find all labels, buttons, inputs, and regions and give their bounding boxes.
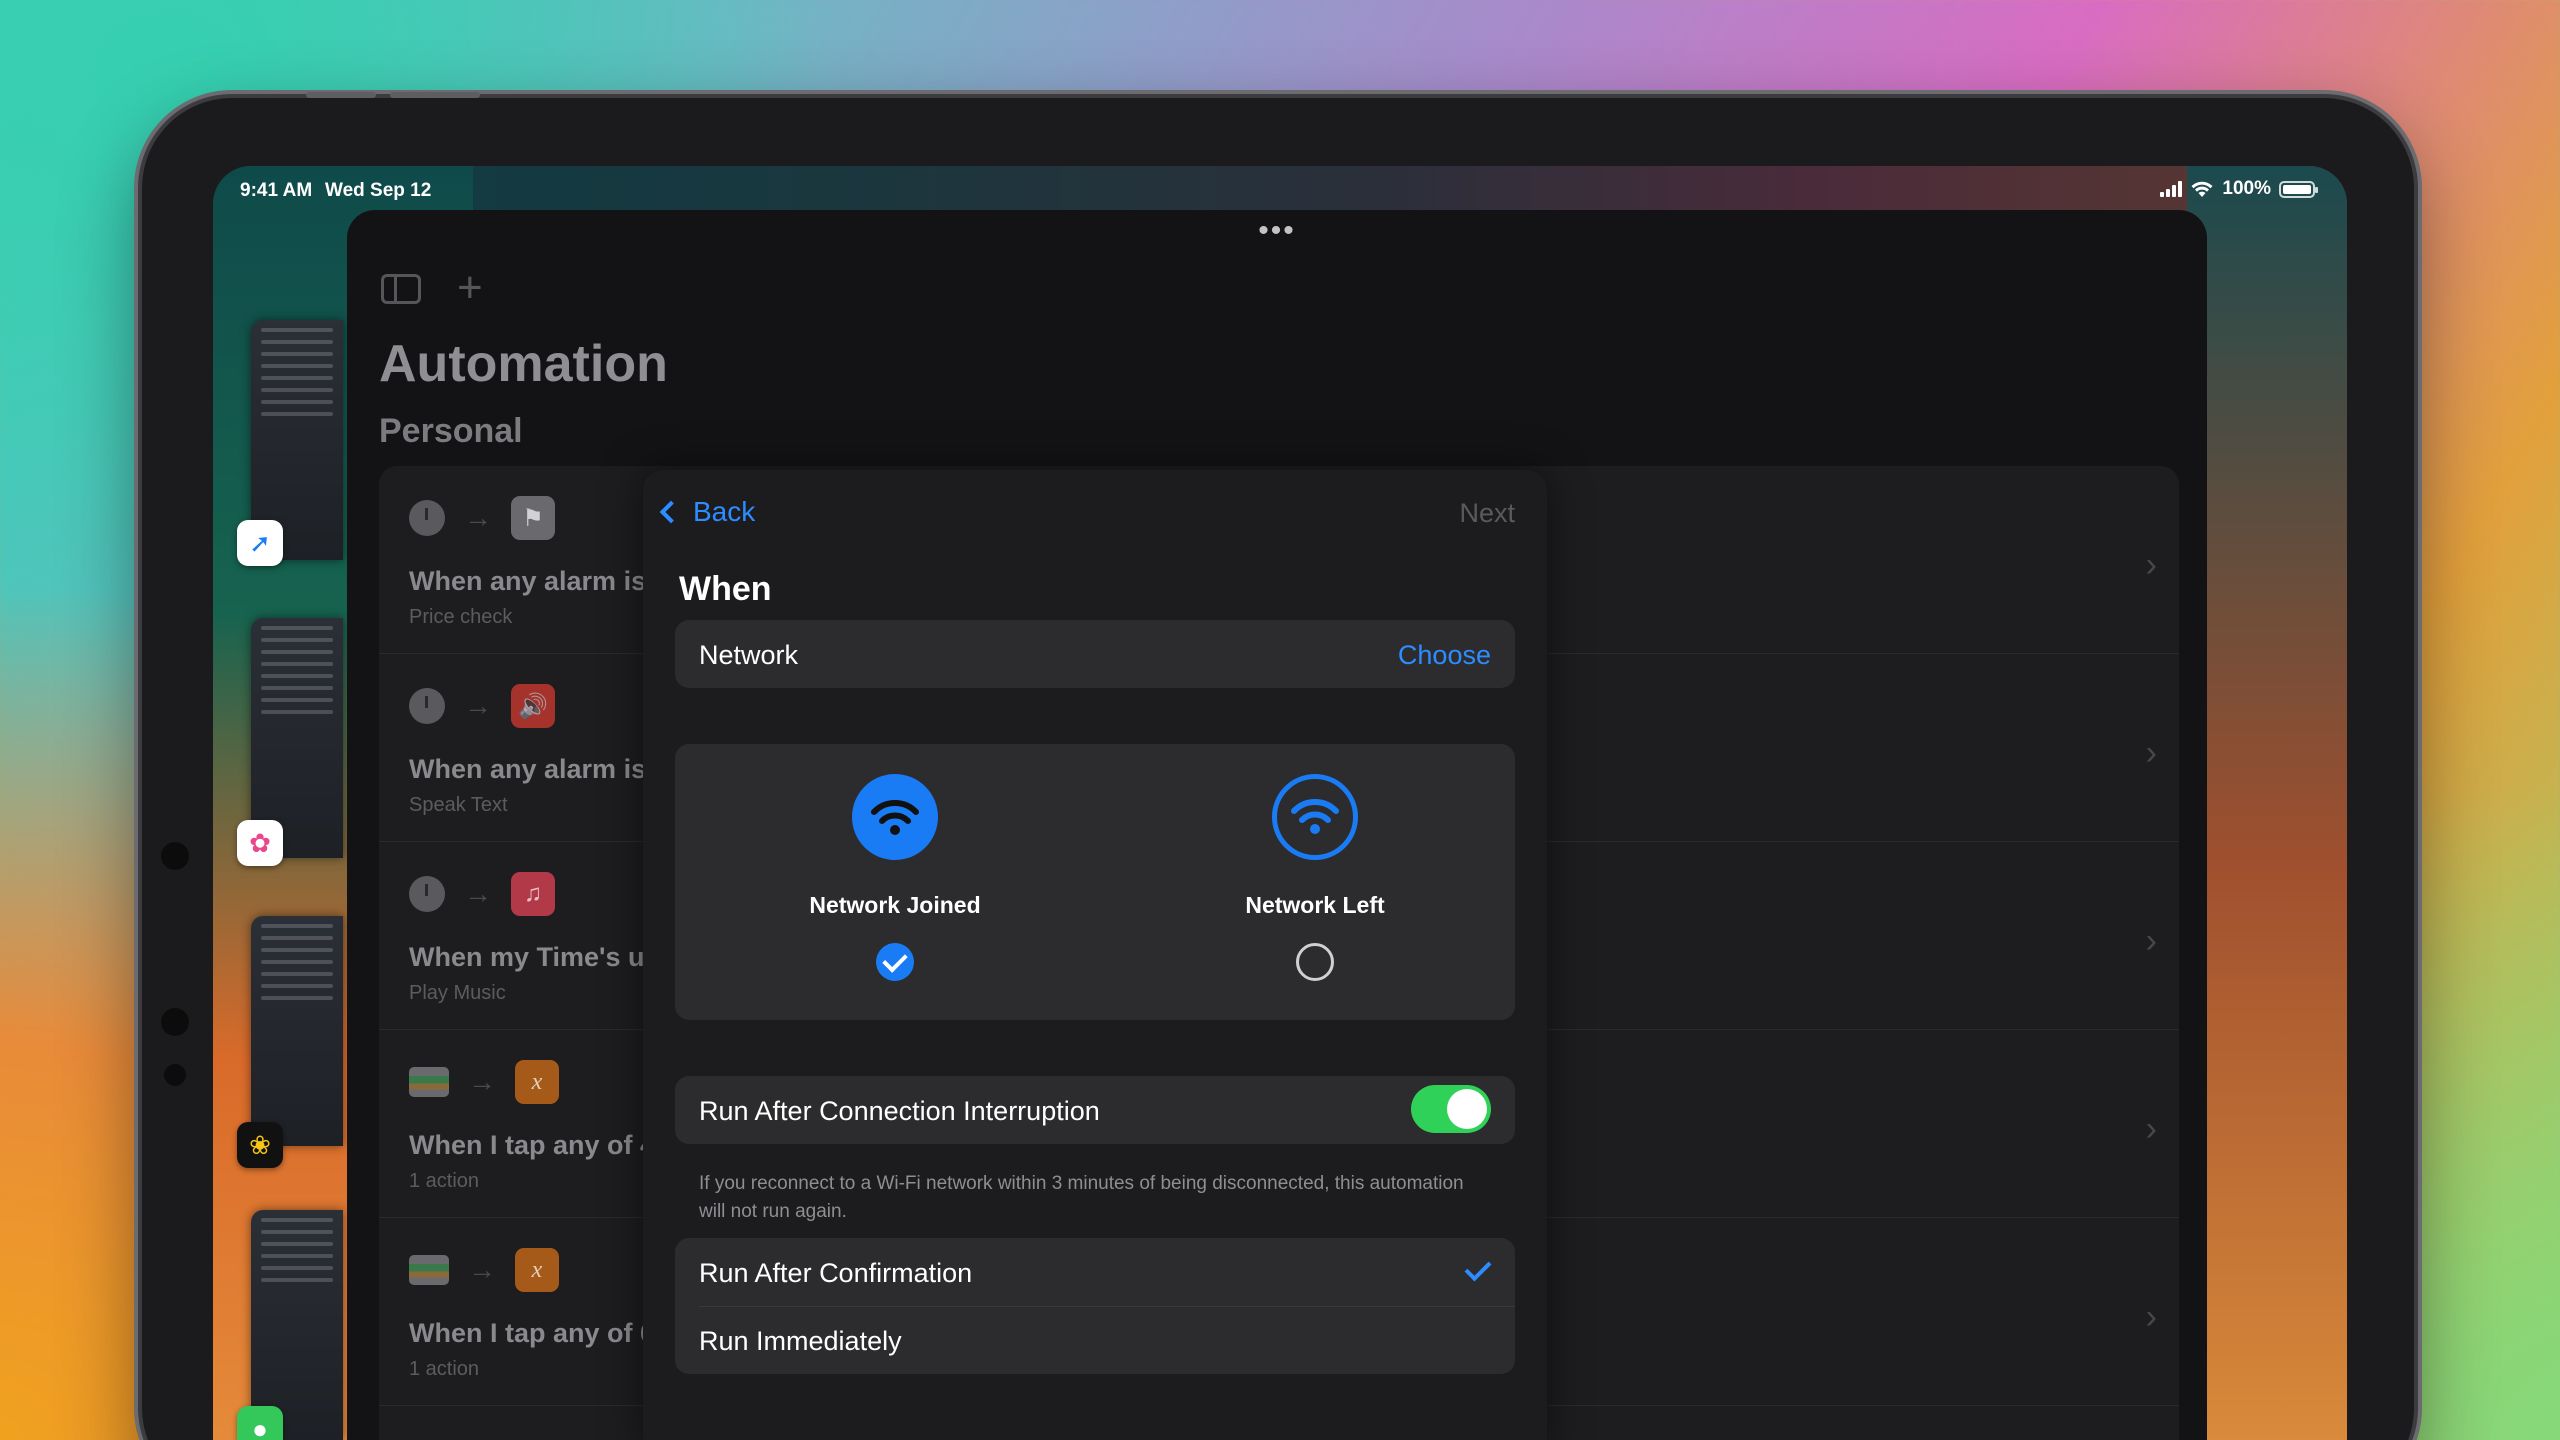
clock-icon xyxy=(409,876,445,912)
run-mode-label: Run After Confirmation xyxy=(699,1258,973,1288)
trigger-row[interactable]: Network Choose xyxy=(675,620,1515,688)
interruption-label: Run After Connection Interruption xyxy=(699,1096,1100,1126)
music-note-icon: ♫ xyxy=(511,872,555,916)
network-event-picker: Network Joined Network Left xyxy=(675,744,1515,1020)
option-label: Network Joined xyxy=(809,892,981,918)
chevron-right-icon: › xyxy=(2145,1298,2157,1336)
flag-icon: ⚑ xyxy=(511,496,555,540)
section-title: Personal xyxy=(379,412,523,450)
wallpaper xyxy=(2187,166,2347,1440)
sidebar-toggle-icon[interactable] xyxy=(381,274,421,304)
variable-icon: x xyxy=(515,1248,559,1292)
shortcuts-window: ••• + Automation Personal → ⚑ When any a… xyxy=(347,210,2207,1440)
run-mode-label: Run Immediately xyxy=(699,1326,902,1356)
chevron-left-icon xyxy=(659,500,683,524)
automation-subtitle: Speak Text xyxy=(409,794,508,816)
automation-subtitle: 1 action xyxy=(409,1170,480,1192)
next-button[interactable]: Next xyxy=(1459,498,1515,529)
wallet-icon xyxy=(409,1255,449,1285)
automation-subtitle: Play Music xyxy=(409,982,506,1004)
chevron-right-icon: › xyxy=(2145,734,2157,772)
new-automation-sheet: Back Next When Network Choose Network Jo… xyxy=(643,470,1547,1440)
choose-network-button[interactable]: Choose xyxy=(1398,640,1491,671)
messages-icon[interactable]: ● xyxy=(237,1406,283,1440)
photos-icon[interactable]: ✿ xyxy=(237,820,283,866)
screen: 9:41 AM Wed Sep 12 100% ➚ ✿ ❀ ● ••• + Au… xyxy=(213,166,2347,1440)
interruption-footnote: If you reconnect to a Wi-Fi network with… xyxy=(699,1173,1464,1222)
radio-unselected[interactable] xyxy=(1296,943,1334,981)
status-date: Wed Sep 12 xyxy=(325,180,432,201)
run-mode-confirmation[interactable]: Run After Confirmation xyxy=(675,1238,1515,1306)
radio-selected[interactable] xyxy=(876,943,914,981)
camera-dot xyxy=(161,1008,189,1036)
chevron-right-icon: › xyxy=(2145,1110,2157,1148)
status-time: 9:41 AM xyxy=(240,180,313,201)
interruption-row: Run After Connection Interruption xyxy=(675,1076,1515,1144)
page-title: Automation xyxy=(379,335,668,393)
wifi-status-icon xyxy=(2191,181,2213,197)
checkmark-icon xyxy=(1464,1254,1492,1282)
chevron-right-icon: › xyxy=(2145,546,2157,584)
speaker-icon: 🔊 xyxy=(511,684,555,728)
option-network-joined[interactable]: Network Joined xyxy=(745,774,1045,981)
back-button[interactable]: Back xyxy=(659,496,756,528)
run-mode-list: Run After Confirmation Run Immediately xyxy=(675,1238,1515,1374)
camera-dot xyxy=(164,1064,186,1086)
volume-button xyxy=(306,92,376,98)
wallet-icon xyxy=(409,1067,449,1097)
safari-icon[interactable]: ➚ xyxy=(237,520,283,566)
interruption-toggle[interactable] xyxy=(1411,1085,1491,1133)
wifi-filled-icon xyxy=(852,774,938,860)
chevron-right-icon: › xyxy=(2145,922,2157,960)
option-network-left[interactable]: Network Left xyxy=(1165,774,1465,981)
app-thumbnail-tes[interactable] xyxy=(251,916,343,1146)
option-label: Network Left xyxy=(1245,892,1385,918)
battery-icon xyxy=(2279,180,2318,198)
trigger-label: Network xyxy=(699,640,799,670)
run-mode-immediately[interactable]: Run Immediately xyxy=(675,1306,1515,1374)
add-icon[interactable]: + xyxy=(457,266,483,310)
arrow-right-icon: → xyxy=(464,878,492,909)
wifi-outline-icon xyxy=(1272,774,1358,860)
camera-dot xyxy=(161,842,189,870)
arrow-right-icon: → xyxy=(464,690,492,721)
cellular-signal-icon xyxy=(2160,181,2183,197)
clock-icon xyxy=(409,688,445,724)
butterfly-app-icon[interactable]: ❀ xyxy=(237,1122,283,1168)
variable-icon: x xyxy=(515,1060,559,1104)
arrow-right-icon: → xyxy=(468,1254,496,1285)
arrow-right-icon: → xyxy=(464,502,492,533)
status-indicators: 100% xyxy=(2160,178,2318,200)
clock-icon xyxy=(409,500,445,536)
window-more-button[interactable]: ••• xyxy=(1258,216,1296,246)
sheet-heading: When xyxy=(679,570,772,608)
automation-subtitle: 1 action xyxy=(409,1358,480,1380)
arrow-right-icon: → xyxy=(468,1066,496,1097)
back-label: Back xyxy=(693,496,756,527)
status-bar: 9:41 AM Wed Sep 12 100% xyxy=(213,176,2347,206)
volume-button xyxy=(390,92,480,98)
automation-subtitle: Price check xyxy=(409,606,513,628)
battery-percent: 100% xyxy=(2222,178,2271,199)
